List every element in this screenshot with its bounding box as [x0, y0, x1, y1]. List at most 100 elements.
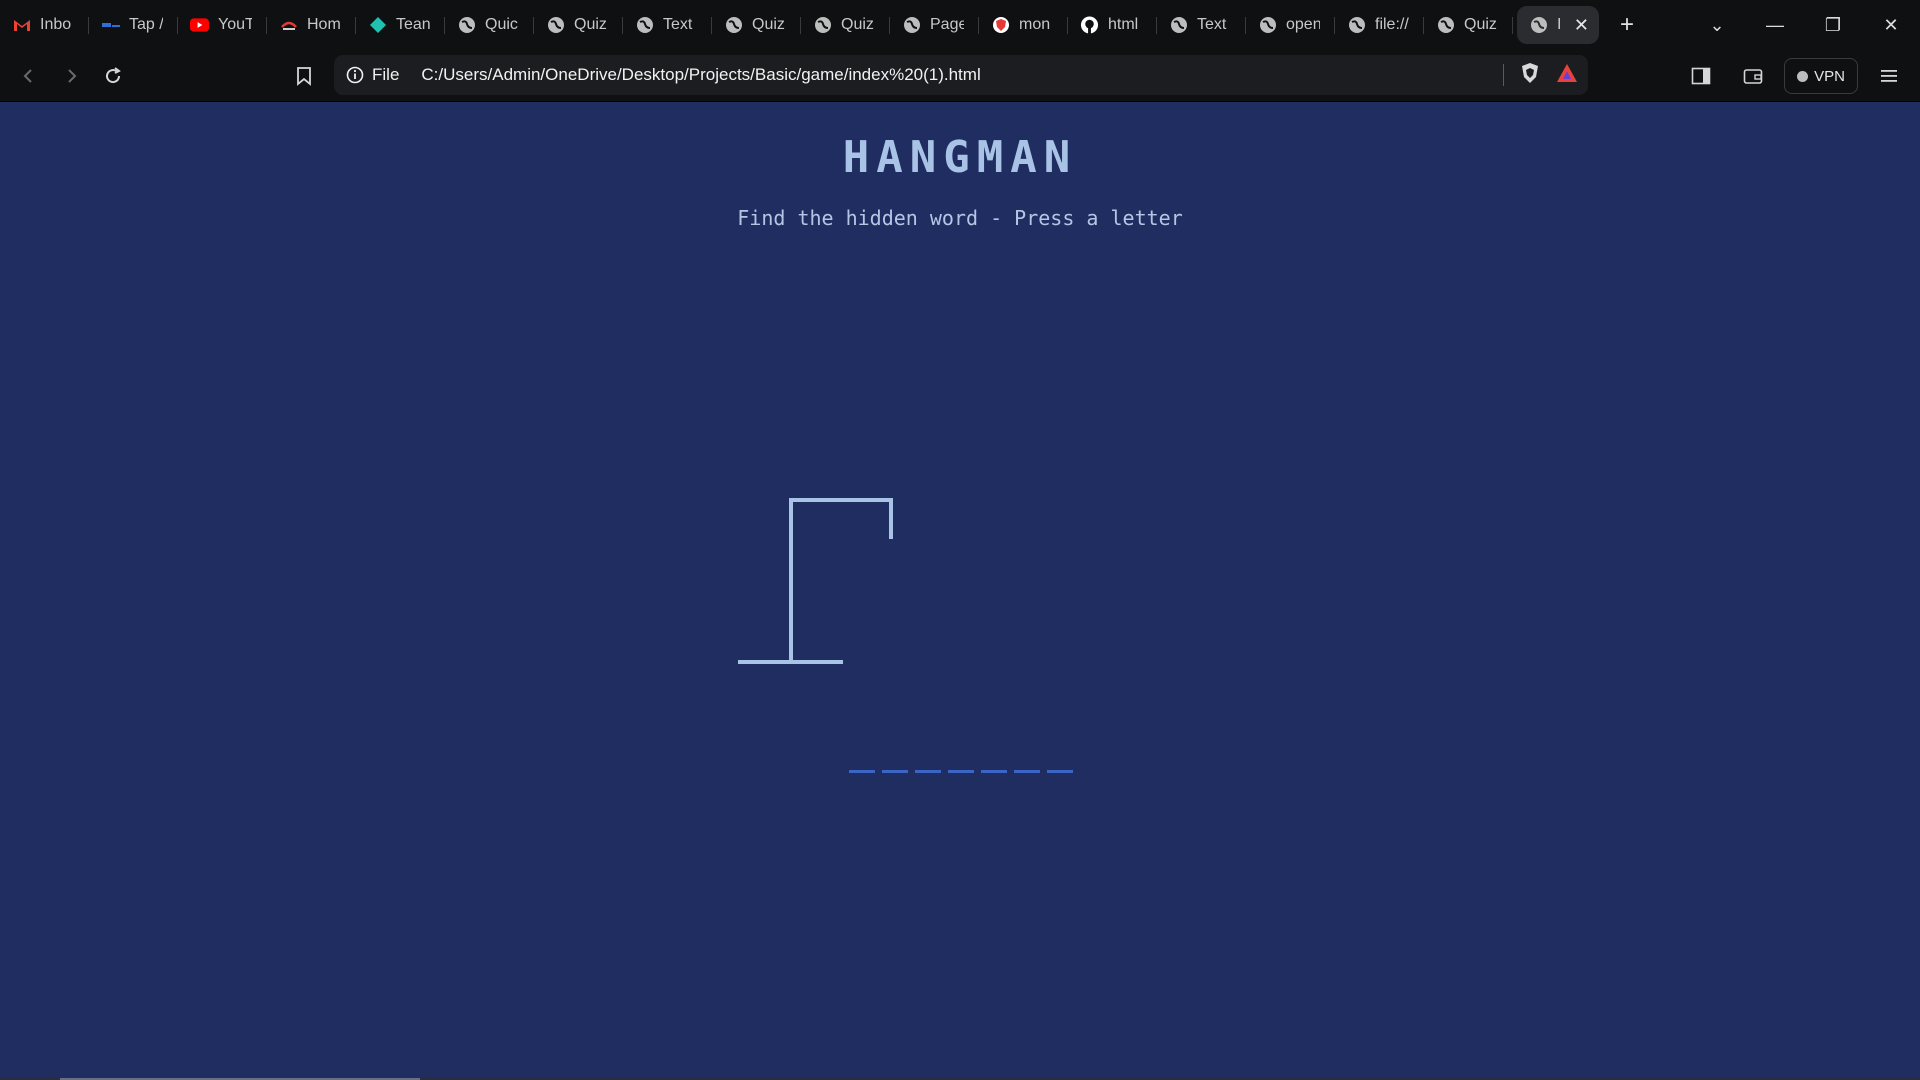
tab-1[interactable]: Inbo — [0, 6, 89, 44]
toolbar-right: VPN — [1680, 55, 1910, 97]
tab-5[interactable]: Tean — [356, 6, 445, 44]
letter-blank — [981, 770, 1007, 773]
globe-icon — [546, 16, 565, 35]
tab-title: Tap / — [129, 16, 163, 33]
close-window-button[interactable]: ✕ — [1862, 0, 1920, 50]
back-arrow-icon — [23, 68, 32, 83]
tab-8[interactable]: Text — [623, 6, 712, 44]
tab-title: mon — [1019, 16, 1051, 33]
globe-icon — [1258, 16, 1277, 35]
back-button[interactable] — [8, 55, 50, 97]
tab-title: Quic — [485, 16, 518, 33]
youtube-icon — [190, 16, 209, 35]
globe-icon — [1169, 16, 1188, 35]
restore-button[interactable]: ❐ — [1804, 0, 1862, 50]
site-info-button[interactable]: File — [334, 65, 399, 85]
divider — [1503, 64, 1504, 86]
globe-icon — [1347, 16, 1366, 35]
globe-icon — [724, 16, 743, 35]
close-tab-icon[interactable]: ✕ — [1574, 15, 1589, 36]
globe-icon — [902, 16, 921, 35]
globe-icon — [1436, 16, 1455, 35]
hidden-word — [849, 770, 1073, 773]
reload-button[interactable] — [92, 55, 134, 97]
sidebar-button[interactable] — [1680, 55, 1722, 97]
tab-title: Text — [663, 16, 693, 33]
menu-button[interactable] — [1868, 55, 1910, 97]
vpn-button[interactable]: VPN — [1784, 58, 1858, 94]
tab-search-button[interactable]: ⌄ — [1688, 0, 1746, 50]
tab-14[interactable]: Text — [1157, 6, 1246, 44]
tab-16[interactable]: file:// — [1335, 6, 1424, 44]
globe-icon — [813, 16, 832, 35]
diamond-icon — [368, 16, 387, 35]
browser-toolbar: File C:/Users/Admin/OneDrive/Desktop/Pro… — [0, 50, 1920, 102]
tab-title: Inbo — [40, 16, 72, 33]
page-content: HANGMAN Find the hidden word - Press a l… — [0, 102, 1920, 1080]
tab-4[interactable]: Hom — [267, 6, 356, 44]
tab-title: Quiz — [574, 16, 607, 33]
vpn-label: VPN — [1814, 67, 1845, 85]
letter-blank — [915, 770, 941, 773]
info-icon — [346, 66, 364, 84]
tab-list: Inbo Tap / YouT Hom Tean Quic Quiz Text Quiz Quiz… — [0, 0, 1647, 50]
tab-title: Quiz — [841, 16, 874, 33]
game-instructions: Find the hidden word - Press a letter — [737, 206, 1183, 230]
tab-9[interactable]: Quiz — [712, 6, 801, 44]
hamburger-menu-icon — [1881, 70, 1897, 82]
tab-17[interactable]: Quiz — [1424, 6, 1513, 44]
letter-blank — [849, 770, 875, 773]
tab-2[interactable]: Tap / — [89, 6, 178, 44]
globe-icon — [457, 16, 476, 35]
brave-shields-icon[interactable] — [1520, 62, 1540, 89]
tab-7[interactable]: Quiz — [534, 6, 623, 44]
new-tab-button[interactable]: + — [1607, 5, 1647, 45]
letter-blank — [882, 770, 908, 773]
tap-icon — [101, 16, 120, 35]
tab-13[interactable]: html — [1068, 6, 1157, 44]
letter-blank — [948, 770, 974, 773]
gallows-drawing — [738, 498, 893, 664]
sidebar-icon — [1691, 67, 1711, 85]
tab-title: YouT — [218, 16, 252, 33]
brave-rewards-icon[interactable] — [1556, 63, 1578, 88]
tab-title: file:// — [1375, 16, 1409, 33]
wallet-icon — [1743, 69, 1763, 84]
github-icon — [1080, 16, 1099, 35]
tab-title: html — [1108, 16, 1139, 33]
gmail-icon — [12, 16, 31, 35]
globe-icon — [1529, 16, 1548, 35]
tab-title: Text — [1197, 16, 1227, 33]
forward-button[interactable] — [50, 55, 92, 97]
tab-title: Page — [930, 16, 964, 33]
address-bar[interactable]: File C:/Users/Admin/OneDrive/Desktop/Pro… — [334, 55, 1588, 95]
tab-title: Hom — [307, 16, 341, 33]
active-tab-title: I — [1557, 16, 1562, 33]
url-text[interactable]: C:/Users/Admin/OneDrive/Desktop/Projects… — [421, 65, 980, 85]
tab-title: open — [1286, 16, 1320, 33]
wallet-button[interactable] — [1732, 55, 1774, 97]
tab-12[interactable]: mon — [979, 6, 1068, 44]
tab-title: Quiz — [752, 16, 785, 33]
letter-blank — [1047, 770, 1073, 773]
minimize-button[interactable]: — — [1746, 0, 1804, 50]
tab-title: Tean — [396, 16, 430, 33]
address-bar-actions — [1503, 55, 1578, 95]
tab-title: Quiz — [1464, 16, 1497, 33]
tab-6[interactable]: Quic — [445, 6, 534, 44]
vpn-status-icon — [1797, 70, 1809, 82]
bookmark-button[interactable] — [283, 55, 325, 97]
letter-blank — [1014, 770, 1040, 773]
shield-icon — [991, 16, 1010, 35]
globe-icon — [635, 16, 654, 35]
bookmark-icon — [297, 67, 311, 86]
window-controls: ⌄ — ❐ ✕ — [1688, 0, 1920, 50]
home-icon — [279, 16, 298, 35]
tab-11[interactable]: Page — [890, 6, 979, 44]
tab-10[interactable]: Quiz — [801, 6, 890, 44]
tab-strip: Inbo Tap / YouT Hom Tean Quic Quiz Text Quiz Quiz… — [0, 0, 1920, 50]
tab-active[interactable]: I ✕ — [1517, 6, 1599, 44]
game-title: HANGMAN — [842, 132, 1078, 183]
tab-15[interactable]: open — [1246, 6, 1335, 44]
tab-3[interactable]: YouT — [178, 6, 267, 44]
